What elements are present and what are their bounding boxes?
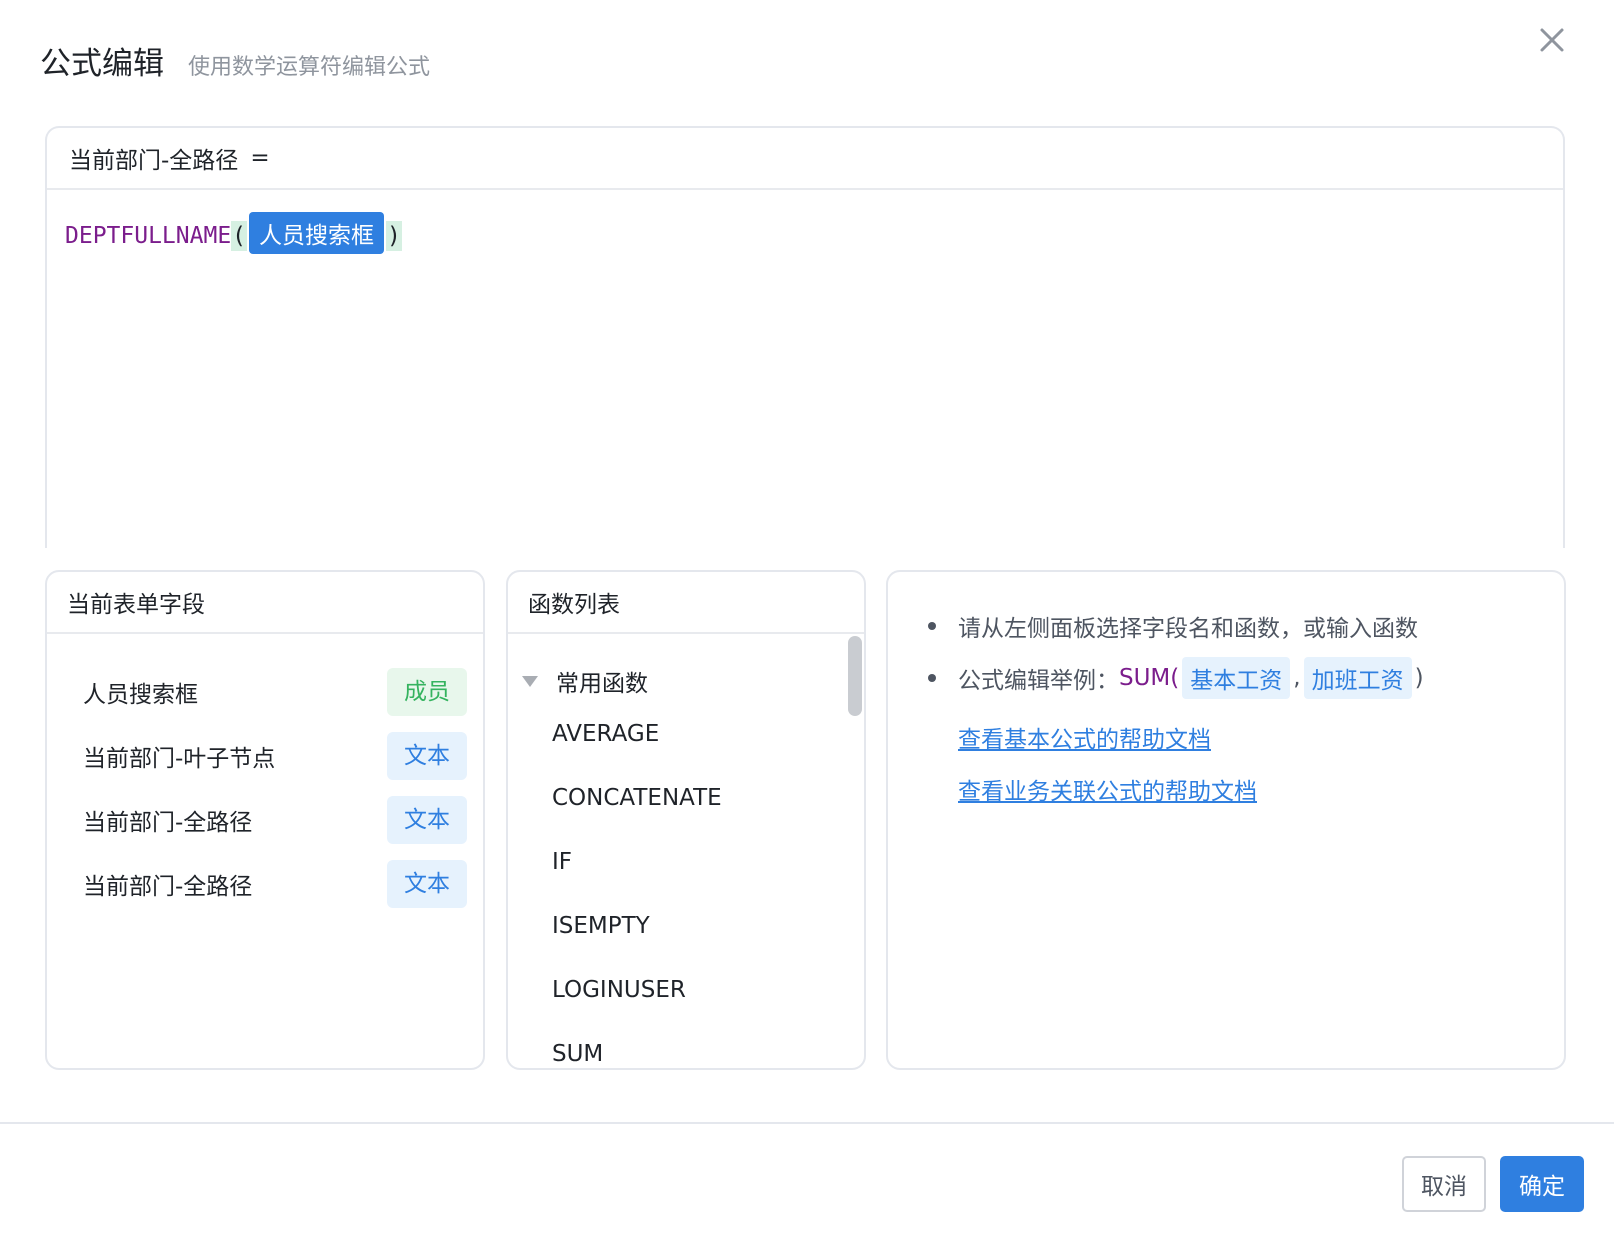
help-link-basic[interactable]: 查看基本公式的帮助文档 <box>958 714 1524 766</box>
editor-header: 当前部门-全路径 = <box>47 128 1563 190</box>
help-hint-text: 请从左侧面板选择字段名和函数，或输入函数 <box>958 616 1418 642</box>
function-list-scrollbar[interactable] <box>848 636 862 716</box>
help-example-comma: , <box>1293 665 1301 691</box>
target-field-label: 当前部门-全路径 <box>69 148 239 174</box>
field-item-dept-fullpath-2[interactable]: 当前部门-全路径 文本 <box>47 852 483 916</box>
field-item-label: 当前部门-全路径 <box>83 810 253 836</box>
help-hint: 请从左侧面板选择字段名和函数，或输入函数 <box>928 600 1524 652</box>
field-type-badge: 成员 <box>387 668 467 716</box>
function-items: AVERAGE CONCATENATE IF ISEMPTY LOGINUSER… <box>508 698 864 1068</box>
function-list-body: 常用函数 AVERAGE CONCATENATE IF ISEMPTY LOGI… <box>508 634 864 1068</box>
form-fields-panel: 当前表单字段 人员搜索框 成员 当前部门-叶子节点 文本 当前部门-全路径 文本… <box>45 570 485 1070</box>
function-item-if[interactable]: IF <box>508 830 864 894</box>
help-example-close: ) <box>1414 665 1424 691</box>
caret-down-icon <box>522 675 538 687</box>
form-fields-list: 人员搜索框 成员 当前部门-叶子节点 文本 当前部门-全路径 文本 当前部门-全… <box>47 634 483 916</box>
help-panel: 请从左侧面板选择字段名和函数，或输入函数 公式编辑举例： SUM( 基本工资 ,… <box>886 570 1566 1070</box>
field-item-member-search[interactable]: 人员搜索框 成员 <box>47 660 483 724</box>
function-group-common[interactable]: 常用函数 <box>508 634 864 698</box>
field-item-dept-fullpath[interactable]: 当前部门-全路径 文本 <box>47 788 483 852</box>
field-item-dept-leaf[interactable]: 当前部门-叶子节点 文本 <box>47 724 483 788</box>
function-group-label: 常用函数 <box>556 671 648 697</box>
formula-close-paren: ) <box>386 221 402 251</box>
field-type-badge: 文本 <box>387 732 467 780</box>
confirm-button[interactable]: 确定 <box>1500 1156 1584 1212</box>
dialog-header: 公式编辑 使用数学运算符编辑公式 <box>40 38 430 86</box>
dialog-subtitle: 使用数学运算符编辑公式 <box>188 55 431 80</box>
function-item-isempty[interactable]: ISEMPTY <box>508 894 864 958</box>
help-example-label: 公式编辑举例： <box>958 668 1119 694</box>
field-type-badge: 文本 <box>387 796 467 844</box>
field-type-badge: 文本 <box>387 860 467 908</box>
function-item-loginuser[interactable]: LOGINUSER <box>508 958 864 1022</box>
help-links: 查看基本公式的帮助文档 查看业务关联公式的帮助文档 <box>928 714 1524 818</box>
equals-sign: = <box>250 145 270 171</box>
dialog-title: 公式编辑 <box>40 46 164 82</box>
help-example: 公式编辑举例： SUM( 基本工资 , 加班工资 ) <box>928 652 1524 704</box>
function-list-title: 函数列表 <box>508 572 864 634</box>
formula-input[interactable]: DEPTFULLNAME(人员搜索框) <box>47 190 1563 276</box>
field-item-label: 当前部门-叶子节点 <box>83 746 276 772</box>
formula-open-paren: ( <box>231 221 248 251</box>
help-example-arg2: 加班工资 <box>1303 657 1412 699</box>
help-link-business[interactable]: 查看业务关联公式的帮助文档 <box>958 766 1524 818</box>
function-item-sum[interactable]: SUM <box>508 1022 864 1068</box>
footer-divider <box>0 1122 1614 1124</box>
field-item-label: 当前部门-全路径 <box>83 874 253 900</box>
close-icon[interactable] <box>1536 24 1568 56</box>
cancel-button[interactable]: 取消 <box>1402 1156 1486 1212</box>
function-item-concatenate[interactable]: CONCATENATE <box>508 766 864 830</box>
function-list-panel: 函数列表 常用函数 AVERAGE CONCATENATE IF ISEMPTY… <box>506 570 866 1070</box>
formula-editor: 当前部门-全路径 = DEPTFULLNAME(人员搜索框) <box>45 126 1565 548</box>
bullet-dot-icon <box>928 622 936 630</box>
field-item-label: 人员搜索框 <box>83 682 198 708</box>
formula-function-name: DEPTFULLNAME <box>65 223 232 249</box>
help-example-arg1: 基本工资 <box>1182 657 1291 699</box>
help-body: 请从左侧面板选择字段名和函数，或输入函数 公式编辑举例： SUM( 基本工资 ,… <box>888 572 1564 846</box>
formula-field-token[interactable]: 人员搜索框 <box>249 212 385 254</box>
help-example-function: SUM( <box>1119 665 1180 691</box>
function-item-average[interactable]: AVERAGE <box>508 702 864 766</box>
bullet-dot-icon <box>928 674 936 682</box>
form-fields-title: 当前表单字段 <box>47 572 483 634</box>
